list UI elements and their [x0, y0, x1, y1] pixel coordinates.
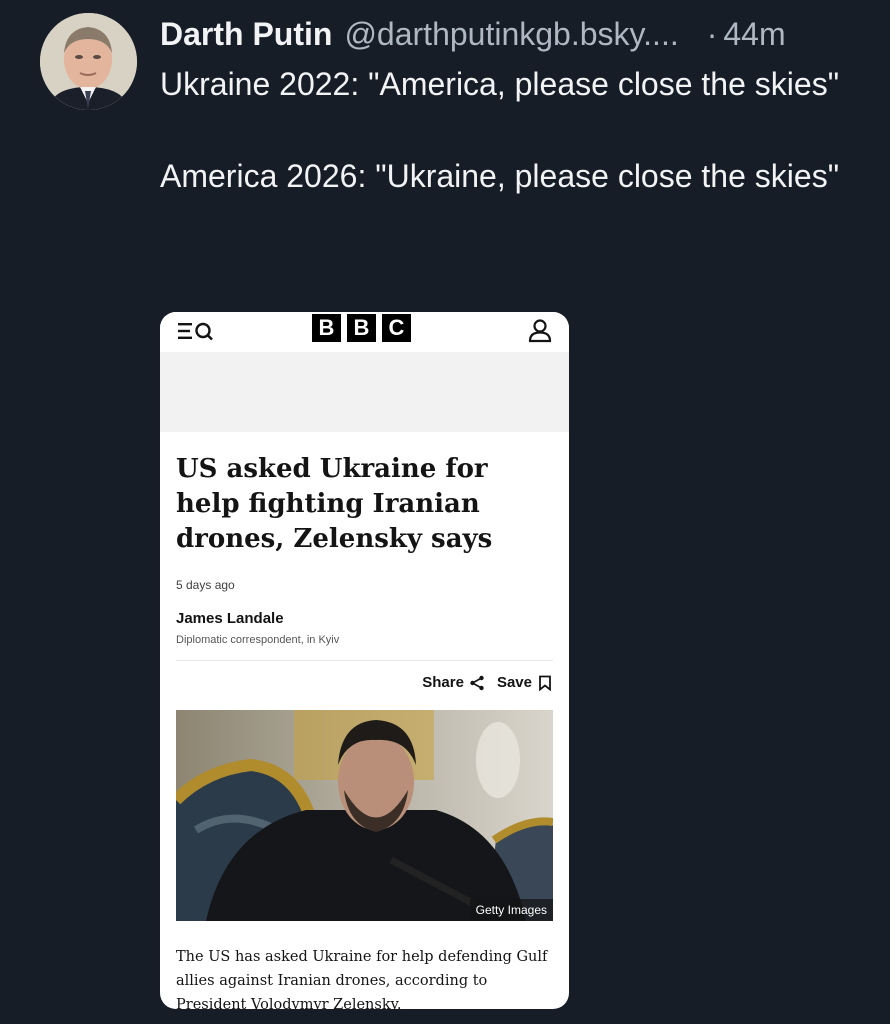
- save-label: Save: [496, 674, 532, 691]
- share-icon: [470, 675, 484, 690]
- ad-placeholder: [160, 352, 569, 432]
- account-icon: [528, 319, 552, 343]
- post-text: Ukraine 2022: "America, please close the…: [160, 62, 860, 198]
- divider: [176, 660, 553, 661]
- post-header: Darth Putin @darthputinkgb.bsky.... · 44…: [160, 14, 870, 54]
- photo-credit: Getty Images: [469, 899, 553, 921]
- bookmark-icon: [539, 675, 551, 691]
- article-dateline: 5 days ago: [176, 578, 235, 592]
- author-display-name[interactable]: Darth Putin: [160, 14, 332, 54]
- avatar[interactable]: [40, 13, 137, 110]
- meta-separator: ·: [706, 16, 718, 52]
- article-photo: Getty Images: [176, 710, 553, 921]
- bbc-logo: B B C: [312, 314, 411, 342]
- bbc-logo-letter: C: [382, 314, 411, 342]
- article-author-role: Diplomatic correspondent, in Kyiv: [176, 634, 340, 646]
- avatar-image: [40, 13, 137, 110]
- embedded-image[interactable]: B B C US asked Ukraine for help fighting…: [160, 312, 569, 1009]
- menu-search-icon: [178, 322, 213, 341]
- article-body: The US has asked Ukraine for help defend…: [176, 949, 548, 1009]
- author-handle[interactable]: @darthputinkgb.bsky....: [344, 14, 678, 54]
- post-timestamp[interactable]: 44m: [723, 14, 785, 54]
- share-label: Share: [422, 674, 464, 691]
- save-button: Save: [497, 674, 553, 691]
- article-author-name: James Landale: [176, 610, 284, 627]
- article-headline: US asked Ukraine for help fighting Irani…: [176, 454, 493, 554]
- share-button: Share: [422, 674, 485, 691]
- post-text-line-2: America 2026: "Ukraine, please close the…: [160, 158, 840, 194]
- post: Darth Putin @darthputinkgb.bsky.... · 44…: [0, 0, 890, 1024]
- photo-image: [176, 710, 553, 921]
- bbc-top-bar: B B C: [160, 312, 569, 352]
- post-text-line-1: Ukraine 2022: "America, please close the…: [160, 66, 840, 102]
- bbc-logo-letter: B: [312, 314, 341, 342]
- article-actions: Share Save: [422, 674, 553, 691]
- bbc-logo-letter: B: [347, 314, 376, 342]
